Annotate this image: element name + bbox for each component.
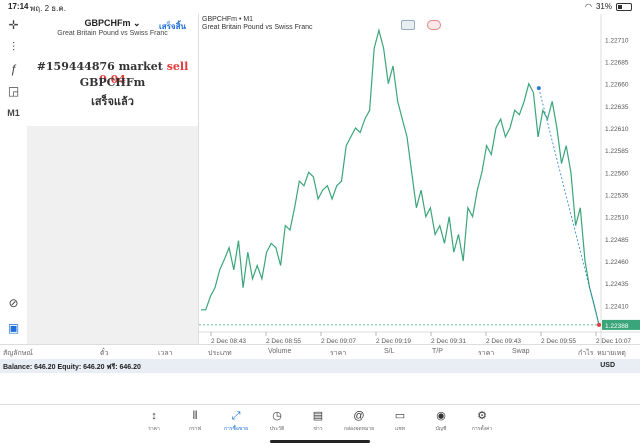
chart-toolbar: ✛ ⫶ ƒ ◲ M1 ⊘ ▣ [0,14,27,344]
crosshair-icon[interactable]: ✛ [3,16,24,34]
trade-icon: ⤢ [231,410,241,422]
price-tick-label: 1.22585 [605,148,629,155]
done-button[interactable]: เสร็จสิ้น [159,20,186,33]
battery-percent: 31% [595,2,612,11]
timeframe-button[interactable]: M1 [3,104,24,122]
quick-buy-button[interactable] [427,20,441,30]
price-tick-label: 1.22660 [605,82,629,89]
col-volume: Volume [268,348,292,355]
col-symbol: สัญลักษณ์ [3,350,33,357]
trade-close-marker [597,322,601,327]
order-prefix: #159444876 market [36,60,163,73]
nav-chart[interactable]: ⫴ กราฟ [173,409,217,433]
chart-area[interactable]: 1.22710 1.22685 1.22660 1.22635 1.22610 1.225… [198,14,640,344]
account-icon: ◉ [436,410,446,422]
nav-label: บัญชี [435,426,447,432]
order-result: GBPCHFm ⌄ Great Britain Pound vs Swiss F… [27,14,198,126]
quick-sell-button[interactable] [401,20,415,30]
col-ticket: ตั๋ว [100,350,109,357]
chat-icon: ▭ [394,410,406,422]
col-comment: หมายเหตุ [597,350,626,357]
nav-chat[interactable]: ▭ แชท [378,409,422,433]
nav-label: กล่องจดหมาย [343,426,375,432]
chart-title: GBPCHFm • M1 [202,16,254,23]
price-tick-label: 1.22560 [605,170,629,177]
price-tick-label: 1.22610 [605,126,629,133]
trade-tool-icon[interactable]: ⊘ [3,294,24,312]
battery-icon [616,2,632,11]
price-chart[interactable]: 1.22710 1.22685 1.22660 1.22635 1.22610 1.225… [199,14,640,344]
nav-label: ข่าว [313,426,323,432]
price-tick-label: 1.22535 [605,193,629,200]
symbol-name: GBPCHFm [84,18,131,28]
price-tick-label: 1.22510 [605,215,629,222]
order-status: เสร็จแล้ว [91,95,134,108]
nav-label: การตั้งค่า [471,426,493,432]
price-tick-label: 1.22710 [605,37,629,44]
nav-label: กราฟ [188,426,202,432]
nav-account[interactable]: ◉ บัญชี [419,409,463,433]
price-tick-label: 1.22388 [605,323,629,330]
balance-text: Balance: 646.20 Equity: 646.20 ฟรี: 646.… [3,364,141,371]
one-click-icon[interactable]: ▣ [3,319,24,337]
order-symbol: GBPCHFm [79,76,146,89]
chevron-down-icon: ⌄ [132,18,141,28]
price-tick-label: 1.22485 [605,237,629,244]
mailbox-icon: @ [353,410,365,422]
chart-subtitle: Great Britain Pound vs Swiss Franc [202,24,313,31]
nav-mailbox[interactable]: @ กล่องจดหมาย [337,409,381,433]
wifi-icon: ◠ [585,2,592,11]
nav-settings[interactable]: ⚙ การตั้งค่า [460,409,504,433]
status-bar: 17:14 พฤ. 2 ธ.ค. ◠ 31% [0,0,640,14]
col-type: ประเภท [208,350,232,357]
settings-icon: ⚙ [477,410,487,422]
nav-trade[interactable]: ⤢ การซื้อขาย [214,409,258,433]
news-icon: ▤ [312,410,324,422]
col-price: ราคา [330,350,347,357]
col-swap: Swap [512,348,530,355]
history-icon: ◷ [272,410,282,422]
trade-open-marker [536,86,541,91]
nav-label: ประวัติ [269,426,285,432]
status-time: 17:14 [8,2,29,11]
price-tick-label: 1.22460 [605,259,629,266]
col-tp: T/P [432,348,443,355]
home-indicator [270,440,370,443]
price-series-line [201,28,600,326]
quotes-icon: ↕ [151,410,157,422]
function-icon[interactable]: ƒ [3,60,24,78]
col-time: เวลา [158,350,173,357]
col-current-price: ราคา [478,350,495,357]
chart-icon: ⫴ [192,410,198,422]
nav-label: แชท [395,426,405,432]
price-tick-label: 1.22635 [605,104,629,111]
price-tick-label: 1.22410 [605,303,629,310]
nav-label: การซื้อขาย [223,426,249,432]
positions-header: สัญลักษณ์ ตั๋ว เวลา ประเภท Volume ราคา S… [0,344,640,359]
balance-currency: USD [600,362,615,369]
nav-quotes[interactable]: ↕ ราคา [132,409,176,433]
shapes-icon[interactable]: ◲ [3,82,24,100]
nav-history[interactable]: ◷ ประวัติ [255,409,299,433]
status-right: ◠ 31% [585,2,632,11]
candles-icon[interactable]: ⫶ [3,38,24,56]
order-panel: GBPCHFm ⌄ Great Britain Pound vs Swiss F… [27,14,198,344]
price-tick-label: 1.22435 [605,281,629,288]
nav-news[interactable]: ▤ ข่าว [296,409,340,433]
nav-label: ราคา [148,426,160,432]
balance-bar: Balance: 646.20 Equity: 646.20 ฟรี: 646.… [0,359,640,373]
price-tick-label: 1.22685 [605,59,629,66]
col-profit: กำไร [578,350,594,357]
col-sl: S/L [384,348,395,355]
